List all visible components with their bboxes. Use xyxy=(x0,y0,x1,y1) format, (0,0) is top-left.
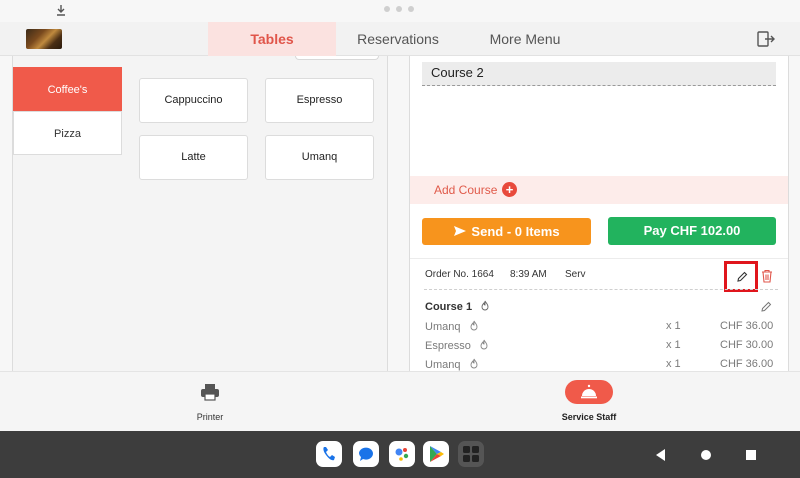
order-time: 8:39 AM xyxy=(510,269,547,280)
printer-button[interactable]: Printer xyxy=(180,380,240,426)
bottom-navigation: Printer Service Staff xyxy=(0,371,800,431)
printer-label: Printer xyxy=(196,412,224,422)
messages-app-icon[interactable] xyxy=(353,441,379,467)
back-icon[interactable] xyxy=(656,449,665,461)
download-icon xyxy=(57,5,65,16)
order-divider xyxy=(424,289,778,290)
product-cappuccino[interactable]: Cappuccino xyxy=(139,78,248,123)
search-field[interactable] xyxy=(295,56,379,60)
course-2-header[interactable]: Course 2 xyxy=(422,62,776,86)
pay-button[interactable]: Pay CHF 102.00 xyxy=(608,217,776,245)
item-price: CHF 36.00 xyxy=(720,358,774,370)
add-course-label[interactable]: Add Course xyxy=(434,183,497,197)
service-staff-pill xyxy=(565,380,613,404)
tab-tables[interactable]: Tables xyxy=(208,22,336,56)
course-1-header[interactable]: Course 1 xyxy=(425,300,490,313)
plus-icon[interactable]: + xyxy=(502,182,517,197)
product-latte[interactable]: Latte xyxy=(139,135,248,180)
service-bell-icon xyxy=(581,384,597,399)
category-pizza[interactable]: Pizza xyxy=(13,111,122,155)
divider xyxy=(410,258,788,259)
menu-panel: Coffee's Pizza Cappuccino Espresso Latte… xyxy=(12,56,388,371)
tab-more-menu[interactable]: More Menu xyxy=(470,22,580,56)
item-price: CHF 30.00 xyxy=(720,339,774,351)
fire-icon[interactable] xyxy=(469,320,479,331)
product-umanq[interactable]: Umanq xyxy=(265,135,374,180)
service-staff-button[interactable]: Service Staff xyxy=(552,380,626,426)
pencil-icon[interactable] xyxy=(760,301,772,313)
fire-icon[interactable] xyxy=(480,300,490,311)
item-name: Espresso xyxy=(425,340,471,352)
order-item[interactable]: Umanq xyxy=(425,320,479,333)
item-name: Umanq xyxy=(425,321,461,333)
service-staff-label: Service Staff xyxy=(561,412,617,422)
pencil-icon xyxy=(737,271,748,282)
edit-order-button[interactable] xyxy=(724,261,758,292)
item-quantity: x 1 xyxy=(666,320,681,332)
order-staff: Serv xyxy=(565,269,586,280)
course-1-label: Course 1 xyxy=(425,301,473,313)
item-name: Umanq xyxy=(425,359,461,371)
logout-icon[interactable] xyxy=(756,30,776,48)
order-number: Order No. 1664 xyxy=(425,269,494,280)
top-app-bar: Tables Reservations More Menu xyxy=(0,22,800,56)
assistant-app-icon[interactable] xyxy=(389,441,415,467)
category-coffees[interactable]: Coffee's xyxy=(13,67,122,111)
phone-app-icon[interactable] xyxy=(316,441,342,467)
restaurant-logo xyxy=(26,29,62,49)
send-icon xyxy=(454,226,467,236)
product-espresso[interactable]: Espresso xyxy=(265,78,374,123)
fire-icon[interactable] xyxy=(479,339,489,350)
trash-icon[interactable] xyxy=(760,269,774,283)
window-handle-dots[interactable] xyxy=(384,6,414,12)
send-button[interactable]: Send - 0 Items xyxy=(422,218,591,245)
item-price: CHF 36.00 xyxy=(720,320,774,332)
fire-icon[interactable] xyxy=(469,358,479,369)
add-course-row[interactable]: Add Course + xyxy=(410,176,788,204)
printer-icon xyxy=(201,384,219,401)
order-panel: Course 2 Add Course + Send - 0 Items Pay… xyxy=(409,56,789,371)
order-item[interactable]: Umanq xyxy=(425,358,479,371)
item-quantity: x 1 xyxy=(666,358,681,370)
item-quantity: x 1 xyxy=(666,339,681,351)
recents-icon[interactable] xyxy=(746,450,756,460)
tab-reservations[interactable]: Reservations xyxy=(340,22,456,56)
system-taskbar xyxy=(0,431,800,478)
play-store-icon[interactable] xyxy=(423,441,449,467)
app-drawer-icon[interactable] xyxy=(458,441,484,467)
send-button-label: Send - 0 Items xyxy=(471,224,560,239)
home-icon[interactable] xyxy=(701,450,711,460)
status-bar xyxy=(0,0,800,22)
order-item[interactable]: Espresso xyxy=(425,339,489,352)
